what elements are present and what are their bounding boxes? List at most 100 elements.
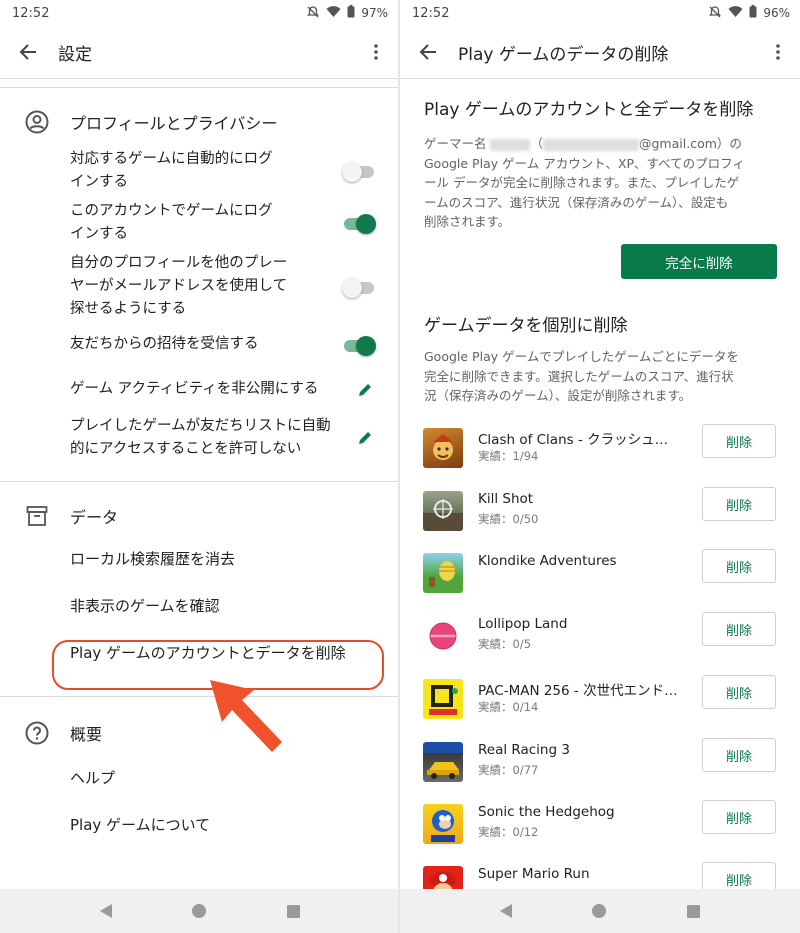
game-name: Real Racing 3	[478, 742, 570, 758]
game-row: PAC-MAN 256 - 次世代エンド… 実績：0/14 削除	[400, 675, 800, 725]
mute-icon	[708, 5, 722, 22]
description-line: Google Play ゲームでプレイしたゲームごとにデータを	[424, 349, 739, 364]
setting-findable-by-email[interactable]: 自分のプロフィールを他のプレー ヤーがメールアドレスを使用して 探せるようにする	[24, 252, 376, 321]
help-circle-icon	[24, 720, 50, 746]
delete-all-button[interactable]: 完全に削除	[621, 244, 777, 279]
sonic-icon	[423, 804, 463, 844]
view-hidden-games[interactable]: 非表示のゲームを確認	[24, 595, 376, 616]
lollipop-land-icon	[423, 616, 463, 656]
system-nav-bar	[0, 889, 398, 933]
game-name: PAC-MAN 256 - 次世代エンド…	[478, 683, 678, 699]
nav-recents-icon[interactable]	[286, 904, 300, 918]
description-line: Google Play ゲーム アカウント、XP、すべてのプロフィ	[424, 155, 745, 171]
receive-invites-toggle[interactable]	[342, 335, 376, 356]
setting-auto-login[interactable]: 対応するゲームに自動的にログ インする	[24, 148, 376, 194]
battery-level: 97%	[361, 6, 388, 20]
findable-by-email-toggle[interactable]	[342, 277, 376, 298]
game-achievements: 実績：0/50	[478, 512, 539, 526]
full-delete-section: Play ゲームのアカウントと全データを削除 ゲーマー名 （@gmail.com…	[400, 95, 800, 232]
description-line: ームのスコア、進行状況（保存済みのゲーム）、設定も	[424, 194, 729, 210]
setting-label: ゲーム アクティビティを非公開にする	[70, 381, 319, 397]
setting-label: 探せるようにする	[70, 301, 187, 317]
clear-search-history[interactable]: ローカル検索履歴を消去	[24, 548, 376, 569]
delete-game-button[interactable]: 削除	[702, 675, 776, 709]
setting-label: プレイしたゲームが友だちリストに自動	[70, 418, 331, 434]
status-time: 12:52	[412, 5, 450, 21]
back-arrow-icon[interactable]	[414, 38, 442, 66]
description-line: 完全に削除できます。選択したゲームのスコア、進行状	[424, 368, 734, 384]
login-with-account-toggle[interactable]	[342, 213, 376, 234]
setting-label: 友だちからの招待を受信する	[70, 336, 259, 352]
data-section: データ ローカル検索履歴を消去 非表示のゲームを確認 Play ゲームのアカウン…	[0, 496, 398, 663]
section-title-profile: プロフィールとプライバシー	[70, 114, 278, 133]
game-name: Klondike Adventures	[478, 553, 617, 569]
more-vert-icon[interactable]	[364, 38, 388, 66]
profile-section: プロフィールとプライバシー 対応するゲームに自動的にログ インする このアカウン…	[0, 102, 398, 461]
game-row: Kill Shot 実績：0/50 削除	[400, 487, 800, 537]
pac-man-256-icon	[423, 679, 463, 719]
battery-level: 96%	[763, 6, 790, 20]
help-link[interactable]: ヘルプ	[24, 767, 376, 788]
description-line: 削除されます。	[424, 214, 511, 229]
section-title-data: データ	[70, 508, 119, 527]
game-row: Lollipop Land 実績：0/5 削除	[400, 612, 800, 662]
about-section: 概要 ヘルプ Play ゲームについて	[0, 713, 398, 835]
page-title: 設定	[58, 44, 92, 65]
delete-game-button[interactable]: 削除	[702, 549, 776, 583]
auto-login-toggle[interactable]	[342, 161, 376, 182]
app-bar: Play ゲームのデータの削除	[400, 26, 800, 78]
back-arrow-icon[interactable]	[14, 38, 42, 66]
delete-game-button[interactable]: 削除	[702, 487, 776, 521]
edit-icon[interactable]	[354, 379, 376, 401]
delete-game-button[interactable]: 削除	[702, 738, 776, 772]
setting-label: インする	[70, 174, 128, 190]
setting-hide-activity[interactable]: ゲーム アクティビティを非公開にする	[24, 378, 376, 401]
delete-game-button[interactable]: 削除	[702, 424, 776, 458]
game-row: Real Racing 3 実績：0/77 削除	[400, 738, 800, 788]
setting-receive-invites[interactable]: 友だちからの招待を受信する	[24, 333, 376, 356]
full-delete-description: ゲーマー名 （@gmail.com）の Google Play ゲーム アカウン…	[424, 134, 776, 232]
gamer-name-label: ゲーマー名	[424, 136, 491, 151]
game-achievements: 実績：1/94	[478, 449, 539, 463]
setting-friend-list-access[interactable]: プレイしたゲームが友だちリストに自動 的にアクセスすることを許可しない	[24, 415, 376, 461]
about-play-games-link[interactable]: Play ゲームについて	[24, 814, 376, 835]
section-title-about: 概要	[70, 725, 103, 744]
game-name: Kill Shot	[478, 491, 534, 507]
wifi-icon	[728, 5, 743, 21]
page-title: Play ゲームのデータの削除	[458, 44, 669, 65]
system-nav-bar	[400, 889, 800, 933]
nav-back-icon[interactable]	[100, 904, 113, 918]
game-achievements: 実績：0/14	[478, 700, 539, 714]
game-name: Clash of Clans - クラッシュ・…	[478, 432, 678, 448]
email-domain-text: @gmail.com）の	[639, 136, 742, 151]
redacted-gamer-name	[490, 138, 531, 151]
nav-home-icon[interactable]	[592, 904, 607, 918]
setting-label: 対応するゲームに自動的にログ	[70, 151, 273, 167]
nav-recents-icon[interactable]	[686, 904, 700, 918]
status-time: 12:52	[12, 5, 50, 21]
app-bar: 設定	[0, 26, 398, 78]
setting-label: 自分のプロフィールを他のプレー	[70, 255, 288, 271]
delete-data-screen: 12:52 96% Play ゲームのデータの削除 Play ゲームのアカウント…	[400, 0, 800, 933]
status-bar: 12:52 96%	[400, 0, 800, 26]
more-vert-icon[interactable]	[766, 38, 790, 66]
delete-game-button[interactable]: 削除	[702, 612, 776, 646]
game-row: Sonic the Hedgehog 実績：0/12 削除	[400, 800, 800, 850]
account-circle-icon	[24, 109, 50, 135]
setting-login-with-account[interactable]: このアカウントでゲームにログ インする	[24, 200, 376, 246]
description-line: 況（保存済みのゲーム）、設定が削除されます。	[424, 388, 692, 403]
mute-icon	[306, 5, 320, 22]
status-bar: 12:52 97%	[0, 0, 398, 26]
game-achievements: 実績：0/5	[478, 637, 532, 651]
nav-back-icon[interactable]	[500, 904, 513, 918]
game-name: Lollipop Land	[478, 616, 568, 632]
edit-icon[interactable]	[354, 427, 376, 449]
delete-game-button[interactable]: 削除	[702, 800, 776, 834]
setting-label: このアカウントでゲームにログ	[70, 203, 273, 219]
nav-home-icon[interactable]	[192, 904, 207, 918]
per-game-description: Google Play ゲームでプレイしたゲームごとにデータを 完全に削除できま…	[424, 347, 739, 406]
settings-screen: 12:52 97% 設定 プロフィールとプライバシー 対応するゲームに自動的にロ…	[0, 0, 400, 933]
full-delete-title: Play ゲームのアカウントと全データを削除	[424, 100, 754, 120]
archive-icon	[24, 503, 50, 529]
setting-label: ヤーがメールアドレスを使用して	[70, 278, 288, 294]
